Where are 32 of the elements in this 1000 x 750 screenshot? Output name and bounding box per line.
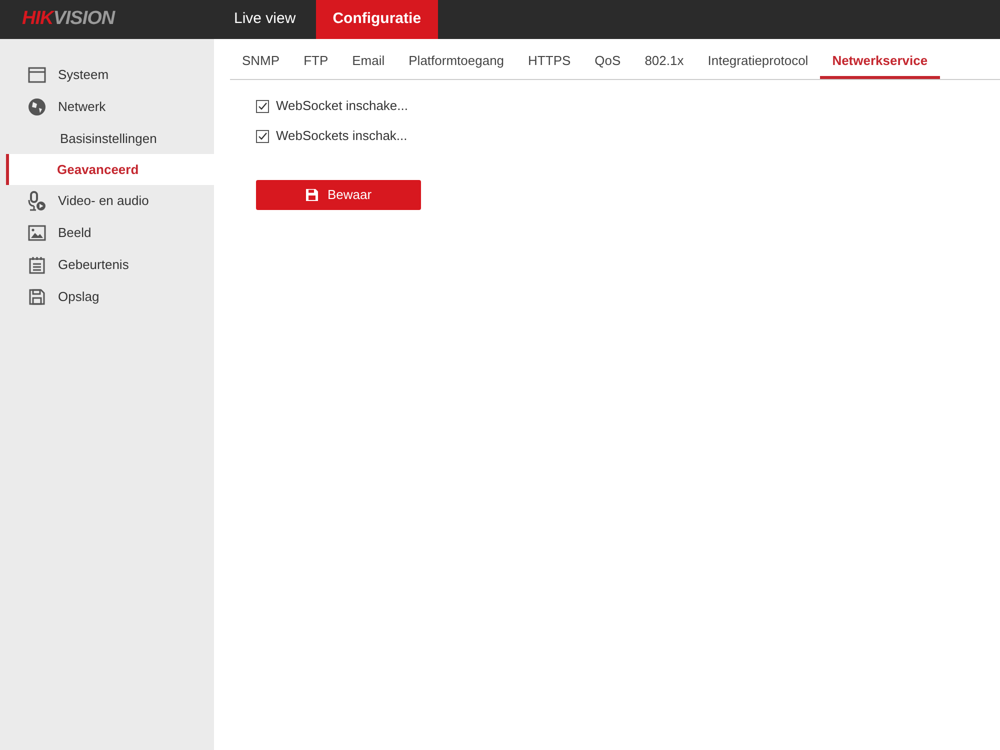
tab[interactable]: Integratieprotocol xyxy=(696,50,820,79)
checkbox[interactable] xyxy=(256,100,269,112)
checkbox[interactable] xyxy=(256,130,269,142)
calendar-list-icon xyxy=(28,256,46,274)
save-icon xyxy=(28,288,46,306)
option-label: WebSocket inschake... xyxy=(276,97,408,116)
sidebar-item[interactable]: Gebeurtenis xyxy=(58,255,129,275)
window-icon xyxy=(28,66,46,84)
nav-tab[interactable]: Configuratie xyxy=(316,0,438,39)
save-button[interactable]: Bewaar xyxy=(256,180,421,210)
option-label: WebSockets inschak... xyxy=(276,127,408,146)
globe-icon xyxy=(28,98,46,116)
tab[interactable]: SNMP xyxy=(230,50,292,79)
sidebar-item[interactable]: Systeem xyxy=(58,65,109,85)
logo: HIKVISION xyxy=(21,7,116,32)
sidebar-item[interactable]: Beeld xyxy=(58,223,92,243)
save-icon xyxy=(305,188,320,202)
tab[interactable]: Email xyxy=(340,50,397,79)
tab[interactable]: HTTPS xyxy=(516,50,583,79)
tab[interactable]: Netwerkservice xyxy=(820,50,940,79)
sidebar-subitem[interactable]: Basisinstellingen xyxy=(0,123,214,154)
sidebar-item[interactable]: Video- en audio xyxy=(58,191,149,211)
sidebar-subitem[interactable]: Geavanceerd xyxy=(6,154,214,185)
tab[interactable]: 802.1x xyxy=(632,50,696,79)
tab[interactable]: Platformtoegang xyxy=(396,50,516,79)
sidebar-item[interactable]: Opslag xyxy=(58,287,100,307)
nav-tab[interactable]: Live view xyxy=(214,0,316,39)
image-icon xyxy=(28,224,46,242)
tab[interactable]: QoS xyxy=(582,50,633,79)
microphone-play-icon xyxy=(28,191,46,211)
tab[interactable]: FTP xyxy=(292,50,340,79)
sidebar-item[interactable]: Netwerk xyxy=(58,97,106,117)
